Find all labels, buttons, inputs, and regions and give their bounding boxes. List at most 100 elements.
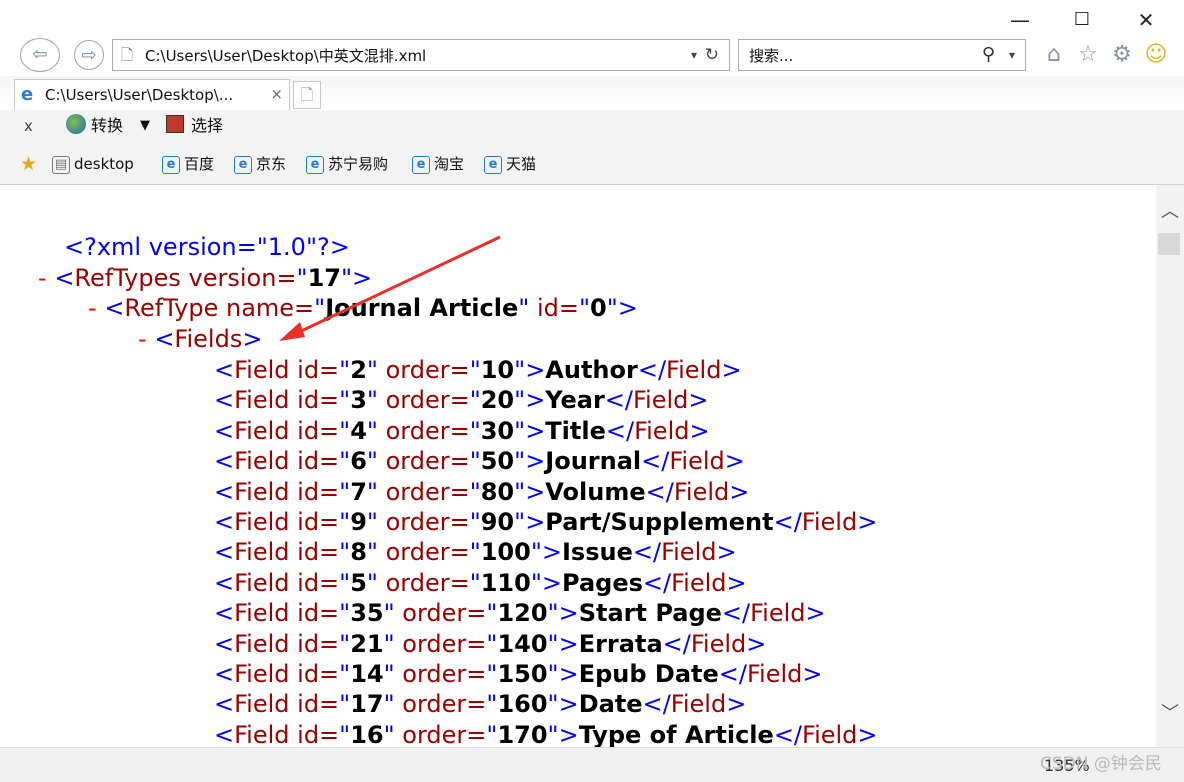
scroll-thumb[interactable]: [1158, 233, 1180, 255]
maximize-button[interactable]: ☐: [1062, 6, 1102, 34]
xml-field-row: <Field id="2" order="10">Author</Field>: [214, 355, 742, 385]
home-icon[interactable]: ⌂: [1040, 41, 1068, 69]
ie-page-icon: e: [234, 155, 252, 174]
xml-markup: order=: [377, 416, 470, 445]
xml-markup: </: [721, 599, 751, 628]
attribute-value: 5: [350, 568, 367, 597]
xml-markup: Field: [234, 356, 290, 384]
select-button[interactable]: 选择: [191, 116, 223, 136]
xml-markup: Field: [234, 568, 290, 597]
favorite-suning[interactable]: e 苏宁易购: [306, 153, 388, 175]
favorite-taobao[interactable]: e 淘宝: [412, 153, 464, 175]
collapse-toggle[interactable]: -: [88, 294, 97, 322]
xml-markup: Field: [234, 508, 290, 536]
xml-markup: id=: [289, 477, 340, 506]
address-bar[interactable]: 🗋 C:\Users\User\Desktop\中英文混排.xml ▾ ↻: [112, 39, 730, 71]
xml-markup: ": [383, 599, 395, 628]
attribute-value: 90: [480, 508, 515, 536]
scroll-up-icon[interactable]: ︿: [1156, 201, 1184, 223]
search-icon[interactable]: ⚲: [982, 44, 995, 66]
tab-close-icon[interactable]: ×: [270, 85, 283, 103]
search-input[interactable]: 搜索... ⚲ ▾: [738, 39, 1026, 71]
xml-markup: >: [726, 568, 747, 597]
xml-markup: Field: [234, 599, 290, 628]
xml-markup: id=: [289, 568, 340, 597]
page-icon: ▤: [52, 155, 70, 174]
field-name: Pages: [562, 568, 643, 597]
xml-markup: ": [383, 629, 395, 658]
refresh-icon[interactable]: ↻: [705, 45, 719, 65]
xml-markup: ": [547, 599, 559, 628]
xml-markup: Field: [666, 356, 722, 384]
attribute-value: 21: [350, 629, 384, 658]
favorite-jd[interactable]: e 京东: [234, 153, 286, 175]
xml-markup: >: [525, 416, 546, 445]
search-dropdown-icon[interactable]: ▾: [1009, 46, 1015, 64]
xml-markup: </: [718, 660, 747, 688]
convert-dropdown-icon[interactable]: ▼: [140, 117, 150, 135]
field-name: Author: [545, 356, 638, 384]
xml-markup: id=: [289, 720, 340, 747]
favorite-baidu[interactable]: e 百度: [162, 153, 214, 175]
xml-markup: ": [469, 447, 481, 476]
xml-markup: ": [469, 568, 481, 597]
xml-markup: <: [214, 356, 235, 384]
xml-markup: order=: [377, 538, 470, 567]
xml-markup: >: [541, 568, 562, 597]
back-button[interactable]: ⇦: [20, 38, 60, 72]
xml-field-row: <Field id="7" order="80">Volume</Field>: [214, 477, 749, 507]
xml-markup: </: [632, 538, 662, 567]
xml-markup: ": [547, 690, 559, 719]
ie-page-icon: e: [484, 155, 502, 174]
attribute-value: 6: [350, 447, 367, 476]
xml-field-row: <Field id="6" order="50">Journal</Field>: [214, 446, 745, 476]
new-tab-icon: 🗋: [300, 85, 314, 104]
xml-markup: ": [339, 356, 351, 384]
xml-markup: <: [214, 599, 235, 628]
xml-markup: order=: [394, 660, 487, 688]
vertical-scrollbar[interactable]: ︿ ﹀: [1156, 185, 1184, 747]
favorite-label: 京东: [256, 155, 287, 173]
xml-markup: id=: [289, 690, 340, 719]
watermark: CSDN @钟会民: [1040, 754, 1162, 774]
xml-markup: ": [547, 660, 559, 688]
attribute-value: 17: [350, 690, 384, 719]
xml-markup: >: [857, 508, 878, 536]
xml-markup: <: [214, 690, 235, 719]
address-url: C:\Users\User\Desktop\中英文混排.xml: [145, 47, 427, 65]
xml-markup: Field: [234, 660, 290, 688]
xml-markup: >: [525, 386, 546, 415]
gear-icon[interactable]: ⚙: [1108, 41, 1136, 69]
close-button[interactable]: ✕: [1126, 6, 1166, 34]
xml-markup: ": [486, 629, 498, 658]
xml-field-row: <Field id="21" order="140">Errata</Field…: [214, 629, 766, 659]
command-bar-close-icon[interactable]: x: [24, 117, 33, 135]
field-name: Part/Supplement: [545, 508, 774, 536]
convert-button[interactable]: 转换: [91, 116, 123, 136]
xml-markup: Field: [234, 629, 290, 658]
xml-markup: ": [469, 477, 481, 506]
scroll-down-icon[interactable]: ﹀: [1156, 703, 1184, 725]
convert-icon: [66, 114, 86, 134]
xml-markup: </: [642, 690, 671, 719]
xml-markup: >: [805, 599, 826, 628]
collapse-toggle[interactable]: -: [38, 264, 47, 292]
address-dropdown-icon[interactable]: ▾: [691, 46, 697, 64]
xml-reftypes-line: - <RefTypes version="17">: [38, 264, 373, 292]
favorite-desktop[interactable]: ▤ desktop: [52, 153, 134, 175]
attribute-value: 20: [480, 386, 515, 415]
new-tab-button[interactable]: 🗋: [293, 81, 321, 109]
xml-markup: ": [514, 508, 526, 536]
collapse-toggle[interactable]: -: [138, 325, 147, 353]
forward-button[interactable]: ⇨: [74, 40, 104, 70]
xml-markup: >: [525, 477, 546, 506]
minimize-button[interactable]: —: [1000, 6, 1040, 34]
xml-markup: order=: [377, 386, 470, 415]
smiley-feedback-icon[interactable]: ☺: [1142, 41, 1170, 69]
favorites-star-icon[interactable]: ☆: [1074, 41, 1102, 69]
favorites-add-icon[interactable]: ★: [20, 153, 37, 175]
xml-markup: <: [214, 416, 235, 445]
tab-current[interactable]: e C:\Users\User\Desktop\... ×: [14, 79, 290, 110]
xml-markup: <: [214, 538, 235, 567]
favorite-tmall[interactable]: e 天猫: [484, 153, 536, 175]
